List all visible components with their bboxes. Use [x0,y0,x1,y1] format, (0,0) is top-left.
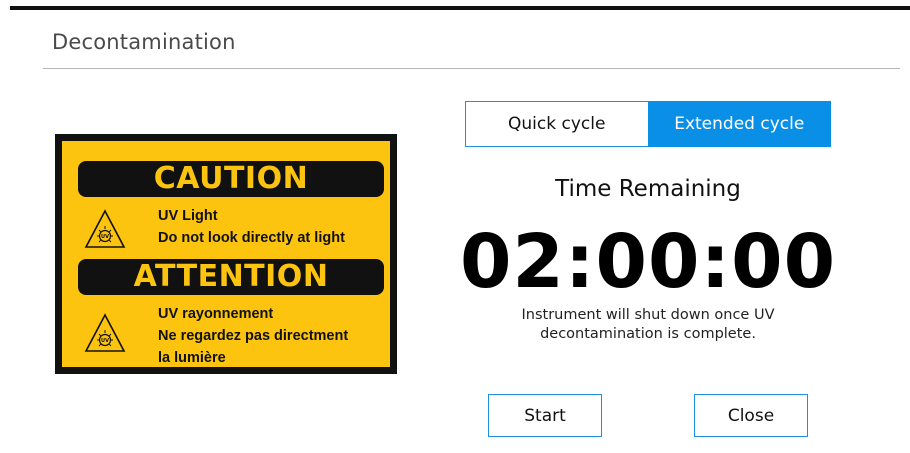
title-divider [43,68,900,69]
caution-banner: CAUTION [78,161,384,197]
attention-banner: ATTENTION [78,259,384,295]
shutdown-note-line: Instrument will shut down once UV [521,307,775,323]
cycle-selector: Quick cycle Extended cycle [465,101,831,147]
extended-cycle-option[interactable]: Extended cycle [647,101,831,147]
caution-text-english: UV Light Do not look directly at light [158,205,345,249]
shutdown-note: Instrument will shut down once UV decont… [465,306,831,344]
quick-cycle-option[interactable]: Quick cycle [465,101,648,147]
caution-sign-panel: CAUTION UV UV Light Do not look directly… [62,141,390,367]
top-border-bar [10,6,910,10]
uv-warning-icon: UV [84,209,126,248]
shutdown-note-line: decontamination is complete. [540,326,756,342]
caution-block-french: UV UV rayonnement Ne regardez pas direct… [78,303,388,371]
caution-line: Do not look directly at light [158,230,345,246]
caution-line: Ne regardez pas directment [158,328,349,344]
caution-block-english: UV UV Light Do not look directly at ligh… [78,205,388,255]
start-button[interactable]: Start [488,394,602,437]
countdown-timer: 02:00:00 [459,219,837,305]
time-remaining-label: Time Remaining [555,176,741,202]
uv-icon-text: UV [101,338,109,344]
dialog-title: Decontamination [52,30,236,54]
uv-caution-sign: CAUTION UV UV Light Do not look directly… [55,134,397,374]
caution-line: UV rayonnement [158,306,274,322]
uv-icon-text: UV [101,234,109,240]
uv-warning-icon: UV [84,313,126,352]
close-button[interactable]: Close [694,394,808,437]
caution-line: la lumière [158,350,226,366]
caution-text-french: UV rayonnement Ne regardez pas directmen… [158,303,348,369]
caution-line: UV Light [158,208,218,224]
